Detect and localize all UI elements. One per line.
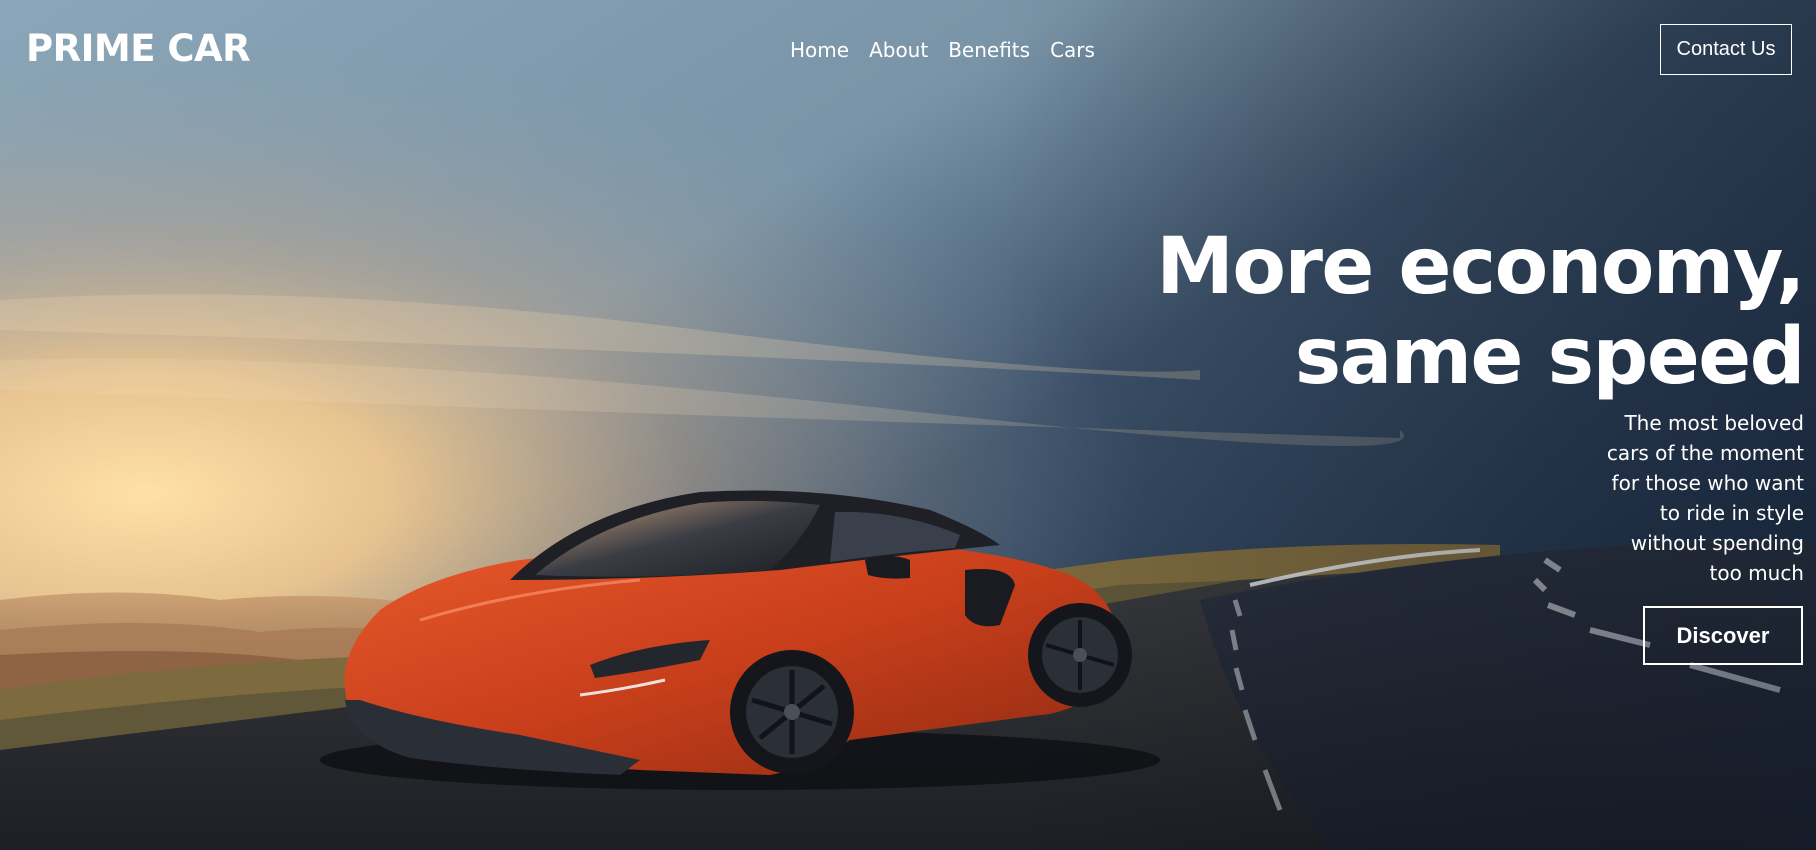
hero-subtext: The most beloved cars of the moment for … — [1606, 411, 1804, 585]
hero-text-block: More economy, same speed The most belove… — [1044, 222, 1806, 588]
nav-link-about[interactable]: About — [869, 36, 928, 64]
nav-link-home[interactable]: Home — [790, 36, 849, 64]
hero-headline-line-1: More economy, — [1156, 222, 1805, 312]
nav-link-cars[interactable]: Cars — [1050, 36, 1095, 64]
contact-us-button[interactable]: Contact Us — [1660, 24, 1792, 75]
discover-button[interactable]: Discover — [1643, 606, 1803, 665]
site-header: PRIME CAR Home About Benefits Cars Conta… — [0, 0, 1816, 100]
nav-link-benefits[interactable]: Benefits — [948, 36, 1030, 64]
brand-logo[interactable]: PRIME CAR — [26, 27, 251, 71]
main-nav: Home About Benefits Cars — [790, 36, 1095, 64]
hero-headline: More economy, same speed — [1044, 222, 1806, 402]
hero-section: PRIME CAR Home About Benefits Cars Conta… — [0, 0, 1816, 850]
hero-headline-line-2: same speed — [1294, 312, 1806, 402]
